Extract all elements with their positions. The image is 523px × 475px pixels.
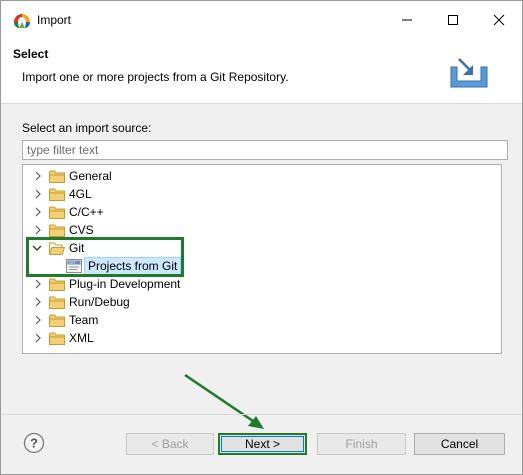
folder-icon — [49, 206, 65, 219]
folder-icon — [49, 332, 65, 345]
tree-item-label: General — [69, 169, 112, 183]
tree-item-xml[interactable]: XML — [23, 329, 493, 347]
svg-text:?: ? — [30, 436, 38, 451]
filter-input[interactable] — [22, 140, 508, 160]
folder-icon — [49, 314, 65, 327]
import-source-tree[interactable]: General 4GL C/C++ CVS Git GIT Projects f… — [22, 164, 502, 354]
folder-icon — [49, 170, 65, 183]
finish-button[interactable]: Finish — [317, 433, 406, 455]
import-dialog: Import Select Import one or more project… — [0, 0, 523, 475]
chevron-right-icon[interactable] — [33, 225, 43, 235]
chevron-right-icon[interactable] — [33, 279, 43, 289]
tree-item-label: CVS — [69, 223, 94, 237]
tree-item-run-debug[interactable]: Run/Debug — [23, 293, 493, 311]
chevron-right-icon[interactable] — [33, 171, 43, 181]
tree-item-general[interactable]: General — [23, 167, 493, 185]
chevron-right-icon[interactable] — [33, 333, 43, 343]
help-icon[interactable]: ? — [23, 432, 45, 454]
tree-item-cvs[interactable]: CVS — [23, 221, 493, 239]
tree-item-label: Team — [69, 313, 99, 327]
folder-icon — [49, 188, 65, 201]
wizard-header: Select Import one or more projects from … — [1, 39, 522, 104]
title-bar: Import — [1, 1, 522, 39]
tree-item-label: Projects from Git — [88, 259, 178, 273]
chevron-right-icon[interactable] — [33, 207, 43, 217]
annotation-arrow — [184, 373, 264, 429]
chevron-down-icon[interactable] — [32, 243, 42, 253]
window-title: Import — [37, 13, 72, 27]
eclipse-app-icon — [14, 14, 30, 28]
tree-item-projects-from-git[interactable]: GIT Projects from Git — [23, 257, 493, 275]
chevron-right-icon[interactable] — [33, 315, 43, 325]
folder-icon — [49, 224, 65, 237]
chevron-right-icon[interactable] — [33, 189, 43, 199]
maximize-button[interactable] — [430, 1, 476, 39]
selected-highlight: Projects from Git — [84, 257, 182, 275]
tree-item-team[interactable]: Team — [23, 311, 493, 329]
import-wizard-icon — [450, 58, 488, 88]
minimize-button[interactable] — [384, 1, 430, 39]
folder-icon — [49, 278, 65, 291]
cancel-button[interactable]: Cancel — [414, 433, 505, 455]
next-button-label: Next > — [244, 437, 280, 451]
tree-item-4gl[interactable]: 4GL — [23, 185, 493, 203]
page-description: Import one or more projects from a Git R… — [22, 70, 289, 84]
chevron-right-icon[interactable] — [33, 297, 43, 307]
tree-item-label: C/C++ — [69, 205, 104, 219]
footer-separator — [1, 414, 522, 415]
maximize-icon — [448, 15, 458, 25]
tree-item-c-cpp[interactable]: C/C++ — [23, 203, 493, 221]
tree-item-label: XML — [69, 331, 94, 345]
tree-item-label: Plug-in Development — [69, 277, 181, 291]
close-icon — [493, 14, 505, 26]
import-source-label: Select an import source: — [22, 121, 152, 135]
folder-icon — [49, 296, 65, 309]
tree-item-plugin-development[interactable]: Plug-in Development — [23, 275, 493, 293]
svg-text:GIT: GIT — [69, 260, 76, 265]
tree-item-label: Git — [69, 241, 85, 255]
next-button[interactable]: Next > — [218, 433, 307, 455]
tree-item-label: 4GL — [69, 187, 92, 201]
close-button[interactable] — [476, 1, 522, 39]
minimize-icon — [402, 19, 412, 21]
tree-item-git[interactable]: Git — [23, 239, 493, 257]
page-title: Select — [13, 47, 49, 61]
open-folder-icon — [49, 242, 65, 255]
back-button[interactable]: < Back — [126, 433, 214, 455]
git-projects-icon: GIT — [66, 259, 82, 273]
tree-item-label: Run/Debug — [69, 295, 130, 309]
